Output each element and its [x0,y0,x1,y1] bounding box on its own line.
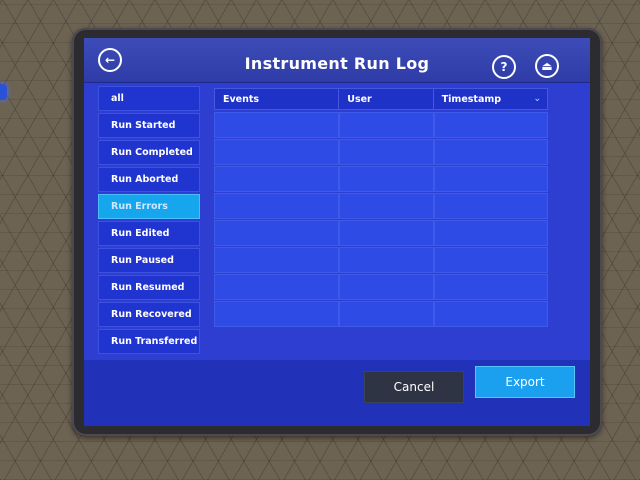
table-cell [214,301,339,327]
eject-button[interactable]: ⏏ [535,54,559,78]
table-row[interactable] [214,193,548,219]
filter-run-paused[interactable]: Run Paused [98,248,200,273]
run-log-table: Events User Timestamp ⌄ [214,88,548,328]
table-cell [214,112,339,138]
table-cell [339,193,434,219]
table-row[interactable] [214,301,548,327]
filter-run-aborted[interactable]: Run Aborted [98,167,200,192]
footer-bar: Cancel Export [84,360,590,426]
table-cell [214,220,339,246]
table-cell [434,301,548,327]
table-cell [434,220,548,246]
table-row[interactable] [214,247,548,273]
header-bar: ← Instrument Run Log ? ⏏ [84,38,590,83]
question-icon: ? [500,60,508,74]
table-cell [339,166,434,192]
table-row[interactable] [214,274,548,300]
table-cell [434,193,548,219]
eject-icon: ⏏ [541,59,553,73]
column-header-timestamp[interactable]: Timestamp ⌄ [434,89,547,109]
export-button[interactable]: Export [475,366,575,398]
column-header-events[interactable]: Events [215,89,340,109]
help-button[interactable]: ? [492,55,516,79]
table-cell [214,193,339,219]
table-cell [339,301,434,327]
table-cell [434,274,548,300]
table-cell [339,247,434,273]
chevron-down-icon: ⌄ [533,94,541,104]
table-cell [434,247,548,273]
screen: ← Instrument Run Log ? ⏏ all Run Started… [84,38,590,426]
table-body [214,112,548,328]
filter-all[interactable]: all [98,86,200,111]
table-cell [214,166,339,192]
table-cell [434,112,548,138]
event-filter-list: all Run Started Run Completed Run Aborte… [98,86,202,372]
filter-run-resumed[interactable]: Run Resumed [98,275,200,300]
filter-run-recovered[interactable]: Run Recovered [98,302,200,327]
table-cell [339,139,434,165]
cancel-button[interactable]: Cancel [364,371,464,403]
table-header: Events User Timestamp ⌄ [214,88,548,110]
table-row[interactable] [214,220,548,246]
device-indicator-light [0,84,7,100]
table-cell [214,247,339,273]
table-row[interactable] [214,166,548,192]
table-cell [434,139,548,165]
filter-run-completed[interactable]: Run Completed [98,140,200,165]
table-cell [339,112,434,138]
table-row[interactable] [214,112,548,138]
table-cell [339,274,434,300]
filter-run-transferred[interactable]: Run Transferred [98,329,200,354]
table-cell [434,166,548,192]
filter-run-edited[interactable]: Run Edited [98,221,200,246]
filter-run-started[interactable]: Run Started [98,113,200,138]
table-cell [214,139,339,165]
column-header-user[interactable]: User [339,89,434,109]
filter-run-errors[interactable]: Run Errors [98,194,200,219]
table-cell [339,220,434,246]
table-cell [214,274,339,300]
table-row[interactable] [214,139,548,165]
